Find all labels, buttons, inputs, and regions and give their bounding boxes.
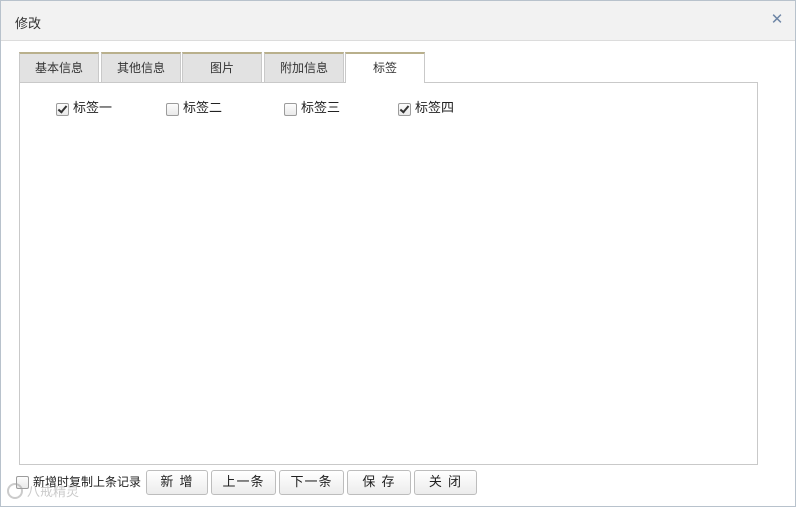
tag-label-4: 标签四 bbox=[415, 101, 455, 116]
tab-basic-info[interactable]: 基本信息 bbox=[19, 52, 99, 82]
watermark: 八戒精灵 bbox=[7, 481, 79, 500]
watermark-text: 八戒精灵 bbox=[27, 485, 80, 500]
tab-images[interactable]: 图片 bbox=[182, 52, 262, 82]
new-button[interactable]: 新 增 bbox=[146, 470, 208, 495]
tags-panel: 标签一 标签二 标签三 标签四 bbox=[19, 82, 758, 465]
tag-checkbox-1[interactable] bbox=[56, 103, 69, 116]
tab-tags[interactable]: 标签 bbox=[345, 52, 425, 83]
tag-option-4[interactable]: 标签四 bbox=[398, 101, 454, 117]
tag-option-1[interactable]: 标签一 bbox=[56, 101, 112, 117]
dialog-titlebar: 修改 ✕ bbox=[1, 1, 795, 41]
previous-button[interactable]: 上一条 bbox=[211, 470, 276, 495]
tab-other-info[interactable]: 其他信息 bbox=[101, 52, 181, 82]
watermark-logo-icon bbox=[7, 483, 23, 499]
tag-label-1: 标签一 bbox=[73, 101, 113, 116]
save-button[interactable]: 保 存 bbox=[347, 470, 411, 495]
tag-option-2[interactable]: 标签二 bbox=[166, 101, 222, 117]
tab-additional-info[interactable]: 附加信息 bbox=[264, 52, 344, 82]
tag-checkbox-2[interactable] bbox=[166, 103, 179, 116]
edit-dialog: 修改 ✕ 基本信息 其他信息 图片 附加信息 标签 标签一 标签二 标签三 标签… bbox=[0, 0, 796, 507]
close-icon[interactable]: ✕ bbox=[769, 11, 785, 27]
close-button[interactable]: 关 闭 bbox=[414, 470, 477, 495]
tag-option-3[interactable]: 标签三 bbox=[284, 101, 340, 117]
tag-checkbox-3[interactable] bbox=[284, 103, 297, 116]
tag-checkbox-4[interactable] bbox=[398, 103, 411, 116]
next-button[interactable]: 下一条 bbox=[279, 470, 344, 495]
tag-label-3: 标签三 bbox=[301, 101, 341, 116]
tag-label-2: 标签二 bbox=[183, 101, 223, 116]
dialog-title: 修改 bbox=[15, 17, 42, 32]
